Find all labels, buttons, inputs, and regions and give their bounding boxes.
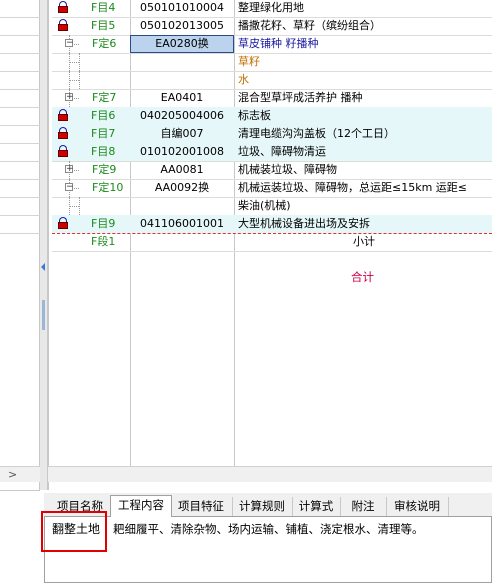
- grid-horizontal-scrollbar[interactable]: [48, 466, 492, 482]
- tab-3[interactable]: 项目特征: [170, 497, 233, 516]
- table-row[interactable]: F目9 041106001001 大型机械设备进出场及安拆: [52, 215, 492, 234]
- content-title: 翻整土地: [52, 522, 101, 536]
- splitter-grip-icon: [42, 300, 45, 330]
- item-type-tag: F段1: [91, 235, 116, 248]
- table-row[interactable]: − F定6 EA0280换 草皮铺种 籽播种: [52, 35, 492, 54]
- table-row[interactable]: 柴油(机械): [52, 197, 492, 216]
- item-code[interactable]: 010102001008: [130, 143, 234, 161]
- item-code[interactable]: [130, 197, 234, 215]
- item-code[interactable]: EA0401: [130, 89, 234, 107]
- left-panel: [0, 0, 40, 490]
- item-type-tag: F定7: [92, 91, 117, 104]
- item-name[interactable]: 清理电缆沟沟盖板（12个工日）: [236, 125, 492, 143]
- tab-6[interactable]: 附注: [340, 497, 387, 516]
- item-code[interactable]: 040205004006: [130, 107, 234, 125]
- tree-connector: [79, 71, 80, 89]
- item-type-tag: F目5: [91, 19, 116, 32]
- table-row[interactable]: F目5 050102013005 播撒花籽、草籽（缤纷组合）: [52, 17, 492, 36]
- scroll-right-arrow-icon[interactable]: >: [8, 467, 17, 482]
- tree-connector: [79, 197, 80, 215]
- item-type-tag: F目4: [91, 1, 116, 14]
- item-code[interactable]: [130, 71, 234, 89]
- item-type-tag: F目8: [91, 145, 116, 158]
- lock-icon: [58, 19, 68, 32]
- item-name[interactable]: 标志板: [236, 107, 492, 125]
- item-code[interactable]: EA0280换: [130, 35, 234, 53]
- item-code[interactable]: 自编007: [130, 125, 234, 143]
- tab-4[interactable]: 计算规则: [232, 497, 293, 516]
- table-row[interactable]: − F定10 AA0092换 机械运装垃圾、障碍物，总运距≤15km 运距≤: [52, 179, 492, 198]
- tab-2[interactable]: 工程内容: [110, 495, 172, 519]
- tree-connector: [79, 53, 80, 71]
- panel-splitter[interactable]: [40, 0, 48, 490]
- item-code[interactable]: AA0081: [130, 161, 234, 179]
- table-row[interactable]: 水: [52, 71, 492, 90]
- tree-connector: [69, 80, 79, 81]
- lock-icon: [58, 109, 68, 122]
- tree-connector: [69, 62, 79, 63]
- item-name[interactable]: 播撒花籽、草籽（缤纷组合）: [236, 17, 492, 35]
- item-name[interactable]: 机械装垃圾、障碍物: [236, 161, 492, 179]
- item-code[interactable]: [130, 53, 234, 71]
- lock-icon: [58, 1, 68, 14]
- item-type-tag: F定6: [92, 37, 117, 50]
- item-code[interactable]: 050102013005: [130, 17, 234, 35]
- expand-icon[interactable]: +: [65, 93, 74, 102]
- item-name[interactable]: 大型机械设备进出场及安拆: [236, 215, 492, 233]
- total-label: 合计: [351, 270, 374, 284]
- item-name[interactable]: 草籽: [236, 53, 492, 71]
- item-type-tag: F定10: [92, 181, 124, 194]
- table-row[interactable]: F目6 040205004006 标志板: [52, 107, 492, 126]
- item-name[interactable]: 机械运装垃圾、障碍物，总运距≤15km 运距≤: [236, 179, 492, 197]
- item-name[interactable]: 小计: [236, 233, 492, 251]
- item-code[interactable]: 041106001001: [130, 215, 234, 233]
- item-code[interactable]: 050101010004: [130, 0, 234, 17]
- item-name[interactable]: 垃圾、障碍物清运: [236, 143, 492, 161]
- table-row[interactable]: F目7 自编007 清理电缆沟沟盖板（12个工日）: [52, 125, 492, 144]
- item-type-tag: F目7: [91, 127, 116, 140]
- item-name[interactable]: 水: [236, 71, 492, 89]
- lock-icon: [58, 217, 68, 230]
- tab-5[interactable]: 计算式: [292, 497, 341, 516]
- table-row[interactable]: F目4 050101010004 整理绿化用地: [52, 0, 492, 18]
- collapse-icon[interactable]: −: [65, 39, 74, 48]
- left-scrollbar[interactable]: >: [0, 466, 40, 482]
- splitter-arrow-icon: [41, 263, 45, 271]
- item-code[interactable]: [130, 233, 234, 251]
- table-row[interactable]: 草籽: [52, 53, 492, 72]
- item-code[interactable]: AA0092换: [130, 179, 234, 197]
- item-name[interactable]: 草皮铺种 籽播种: [236, 35, 492, 53]
- tree-connector: [69, 206, 79, 207]
- item-name[interactable]: 柴油(机械): [236, 197, 492, 215]
- tab-7[interactable]: 审核说明: [386, 497, 449, 516]
- item-name[interactable]: 整理绿化用地: [236, 0, 492, 17]
- collapse-icon[interactable]: −: [65, 183, 74, 192]
- table-row[interactable]: F段1 小计: [52, 233, 492, 252]
- lock-icon: [58, 145, 68, 158]
- bottom-panel-left: [0, 490, 40, 583]
- item-name[interactable]: 混合型草坪成活养护 播种: [236, 89, 492, 107]
- content-text: 耙细履平、清除杂物、场内运输、铺植、浇定根水、清理等。: [113, 522, 424, 536]
- item-type-tag: F目6: [91, 109, 116, 122]
- item-type-tag: F定9: [92, 163, 117, 176]
- item-type-tag: F目9: [91, 217, 116, 230]
- expand-icon[interactable]: +: [65, 165, 74, 174]
- table-row[interactable]: + F定7 EA0401 混合型草坪成活养护 播种: [52, 89, 492, 108]
- lock-icon: [58, 127, 68, 140]
- table-row[interactable]: F目8 010102001008 垃圾、障碍物清运: [52, 143, 492, 162]
- table-row[interactable]: + F定9 AA0081 机械装垃圾、障碍物: [52, 161, 492, 180]
